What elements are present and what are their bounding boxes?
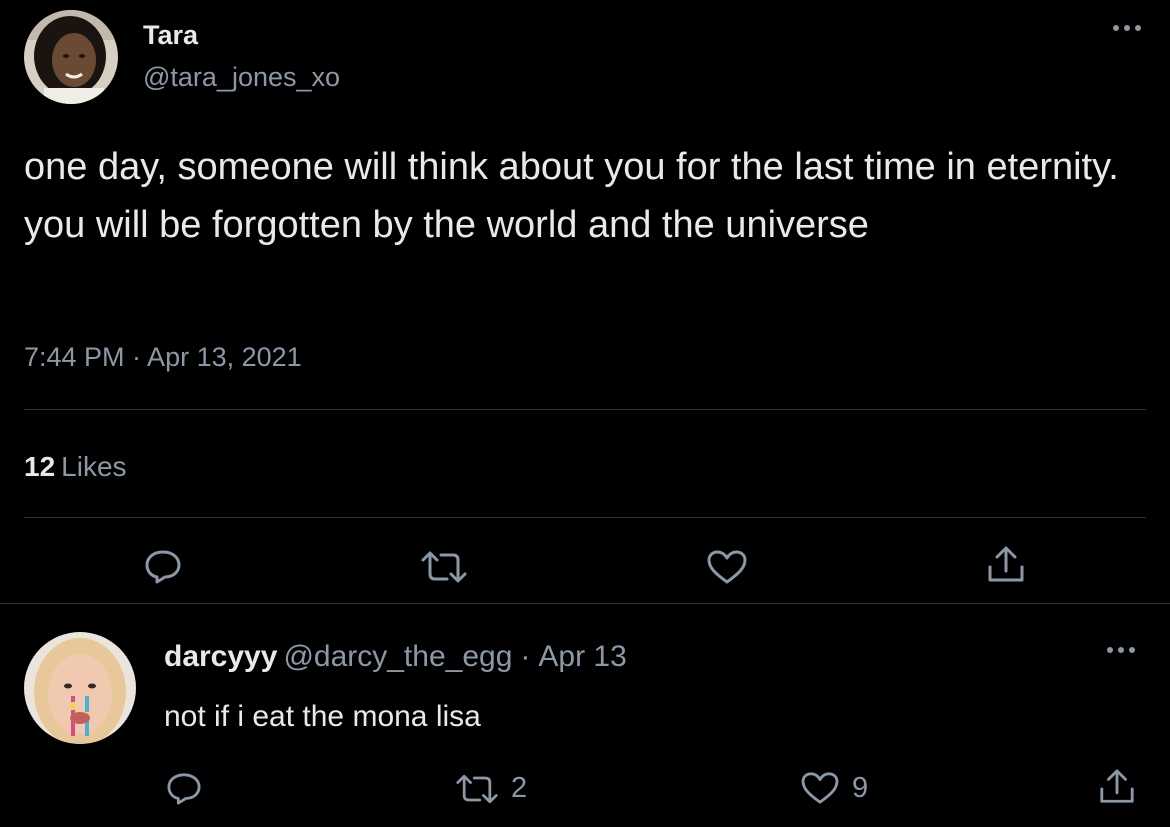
reply-icon	[167, 773, 201, 805]
share-icon	[1100, 769, 1134, 803]
like-button[interactable]	[706, 549, 748, 585]
heart-icon	[801, 772, 839, 804]
tweet-text: one day, someone will think about you fo…	[24, 146, 1119, 246]
author-name[interactable]: Tara	[143, 20, 198, 51]
more-icon[interactable]	[1107, 645, 1135, 655]
reply-retweet-button[interactable]: 2	[455, 772, 527, 805]
reply-button[interactable]	[144, 548, 182, 584]
retweet-icon	[421, 551, 467, 583]
heart-icon	[707, 550, 747, 584]
reply-separator: ·	[520, 640, 531, 673]
retweet-icon	[456, 774, 498, 803]
reply-author-avatar[interactable]	[24, 632, 136, 744]
likes-stat[interactable]: 12 Likes	[24, 451, 127, 483]
reply-reply-button[interactable]	[166, 771, 202, 805]
divider	[0, 603, 1170, 604]
likes-count: 12	[24, 451, 56, 482]
reply-icon	[145, 550, 181, 584]
share-icon	[988, 546, 1024, 582]
author-avatar[interactable]	[24, 10, 118, 104]
reply-like-button[interactable]: 9	[800, 771, 868, 805]
divider	[24, 409, 1146, 410]
reply-share-button[interactable]	[1098, 768, 1136, 806]
author-handle[interactable]: @tara_jones_xo	[143, 62, 340, 93]
reply-like-count: 9	[852, 771, 869, 804]
divider	[24, 517, 1146, 518]
reply-author-name[interactable]: darcyyy	[164, 640, 277, 673]
share-button[interactable]	[986, 545, 1026, 585]
likes-label: Likes	[61, 451, 127, 482]
reply-date[interactable]: Apr 13	[538, 640, 626, 673]
retweet-button[interactable]	[420, 550, 468, 584]
tweet-timestamp[interactable]: 7:44 PM · Apr 13, 2021	[24, 342, 302, 373]
reply-text: not if i eat the mona lisa	[164, 700, 481, 733]
reply-retweet-count: 2	[511, 772, 528, 804]
reply-author-handle[interactable]: @darcy_the_egg	[283, 640, 512, 673]
reply-header: darcyyy @darcy_the_egg · Apr 13	[164, 640, 627, 674]
more-icon[interactable]	[1113, 23, 1141, 33]
